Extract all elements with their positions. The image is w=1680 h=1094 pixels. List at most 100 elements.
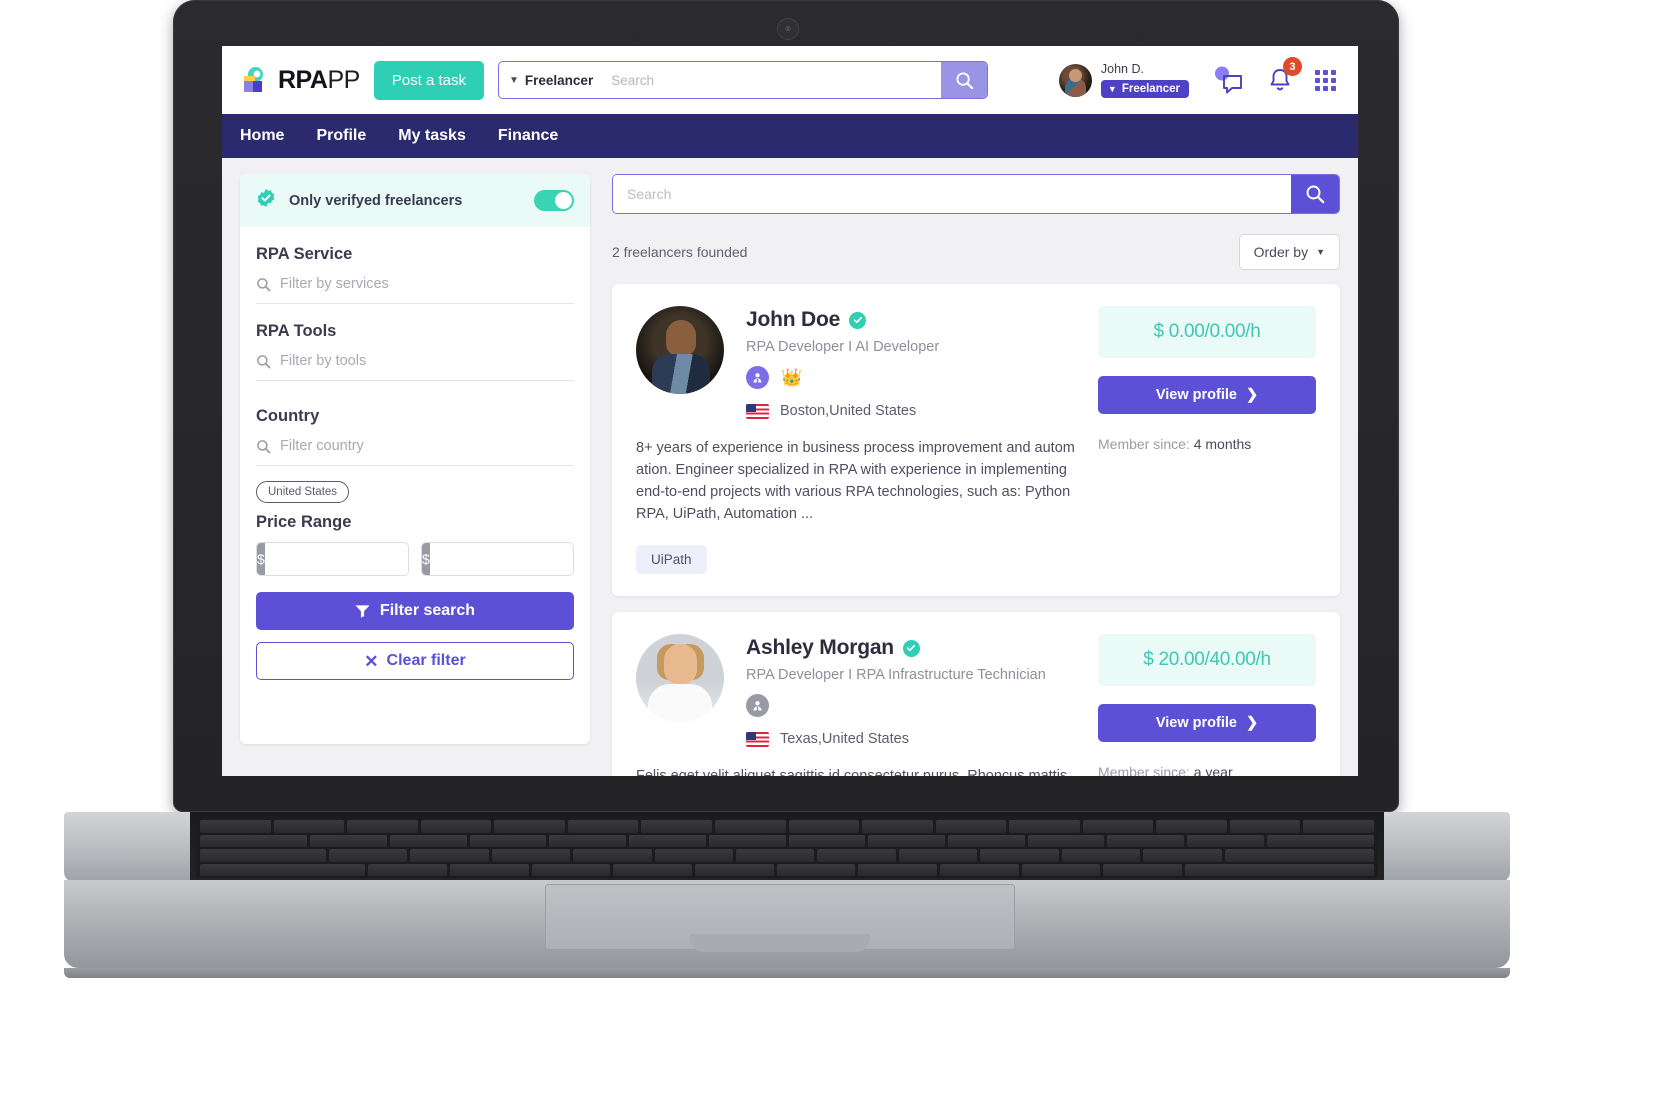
filter-search-label: Filter search	[379, 602, 476, 619]
header-search-input[interactable]	[605, 62, 941, 98]
key	[567, 820, 639, 833]
search-icon	[1306, 185, 1325, 204]
results-search-bar[interactable]	[612, 174, 1340, 214]
only-verified-row[interactable]: Only verifyed freelancers	[240, 174, 590, 227]
view-profile-button[interactable]: View profile ❯	[1098, 704, 1316, 743]
view-profile-button[interactable]: View profile ❯	[1098, 376, 1316, 414]
key	[273, 820, 345, 833]
brand-logo[interactable]: RPAPP	[240, 65, 360, 95]
header-search-bar[interactable]: ▼ Freelancer	[498, 61, 988, 99]
freelancer-card-main: John Doe RPA Developer I AI Developer 👑 …	[636, 306, 1076, 575]
grid-dot	[1331, 77, 1336, 83]
post-a-task-button[interactable]: Post a task	[373, 60, 484, 100]
freelancer-card[interactable]: Ashley Morgan RPA Developer I RPA Infras…	[612, 612, 1340, 776]
only-verified-toggle[interactable]	[534, 190, 574, 211]
country-field[interactable]	[256, 438, 574, 466]
freelancer-info: John Doe RPA Developer I AI Developer 👑 …	[746, 306, 1076, 419]
freelancer-card-actions: $ 20.00/40.00/h View profile ❯ Member si…	[1098, 634, 1316, 776]
results-search-input[interactable]	[613, 175, 1291, 213]
filter-search-button[interactable]: Filter search	[256, 592, 574, 630]
nav-item-finance[interactable]: Finance	[498, 127, 558, 145]
screen-viewport: RPAPP Post a task ▼ Freelancer Search Jo…	[222, 46, 1358, 776]
freelancer-location-row: Texas,United States	[746, 731, 1076, 747]
price-range-row: $ $	[256, 542, 574, 576]
rpa-tools-field[interactable]	[256, 353, 574, 381]
grid-dot	[1315, 77, 1320, 83]
key	[708, 834, 786, 847]
messages-button[interactable]	[1211, 65, 1245, 95]
main-navigation: Home Profile My tasks Finance	[222, 114, 1358, 158]
key	[390, 834, 467, 847]
freelancer-card-actions: $ 0.00/0.00/h View profile ❯ Member sinc…	[1098, 306, 1316, 574]
chevron-down-icon: ▼	[1316, 247, 1325, 257]
price-max-field[interactable]: $	[421, 542, 574, 576]
key	[368, 863, 447, 876]
order-by-dropdown[interactable]: Order by ▼	[1238, 234, 1340, 270]
avatar	[636, 634, 724, 723]
user-role-label: Freelancer	[1121, 83, 1180, 96]
key	[898, 849, 978, 862]
rpa-service-input[interactable]	[280, 276, 574, 292]
grid-dot	[1315, 69, 1320, 75]
clear-filter-button[interactable]: ✕ Clear filter	[256, 642, 574, 680]
rpa-tools-title: RPA Tools	[256, 322, 337, 340]
key	[549, 834, 627, 847]
webcam-icon: ⌾	[777, 18, 799, 40]
grid-dot	[1323, 69, 1328, 75]
freelancer-bio: 8+ years of experience in business proce…	[636, 440, 1075, 523]
header-actions: John D. ▼ Freelancer 3	[1058, 57, 1342, 99]
freelancer-card[interactable]: John Doe RPA Developer I AI Developer 👑 …	[612, 284, 1340, 597]
filters-sidebar: Only verifyed freelancers RPA Service Fi…	[240, 174, 590, 744]
user-name: John D.	[1100, 61, 1144, 76]
key	[695, 863, 774, 876]
nav-item-my-tasks[interactable]: My tasks	[398, 127, 466, 145]
keyboard-row	[200, 863, 1374, 876]
header-search-button[interactable]	[941, 62, 987, 98]
freelancer-name: John Doe	[746, 308, 841, 331]
rpa-tools-input[interactable]	[280, 353, 574, 369]
chevron-down-icon: ▼	[1107, 84, 1117, 95]
freelancer-badges: 👑	[746, 366, 1076, 389]
key	[1021, 863, 1101, 876]
rpa-service-field[interactable]	[256, 276, 574, 304]
nav-item-home[interactable]: Home	[240, 127, 284, 145]
country-chip-united-states[interactable]: United States	[256, 481, 350, 503]
key	[328, 849, 408, 862]
rpapp-logo-icon	[240, 65, 270, 95]
key	[420, 820, 492, 833]
grid-dot	[1323, 85, 1328, 91]
key	[1143, 849, 1222, 862]
freelancer-card-main: Ashley Morgan RPA Developer I RPA Infras…	[636, 634, 1076, 776]
freelancer-location: Boston,United States	[780, 403, 917, 419]
brand-name: RPAPP	[278, 65, 360, 94]
user-role-switcher[interactable]: ▼ Freelancer	[1100, 80, 1189, 99]
search-scope-dropdown[interactable]: ▼ Freelancer	[499, 62, 605, 98]
results-column: 2 freelancers founded Order by ▼ John	[612, 174, 1340, 776]
verified-badge-icon	[902, 639, 920, 657]
key	[200, 849, 326, 862]
price-min-field[interactable]: $	[256, 542, 409, 576]
key	[200, 863, 366, 876]
key	[200, 820, 271, 833]
price-min-input[interactable]	[264, 543, 408, 575]
grid-dot	[1315, 85, 1320, 91]
freelancer-badges	[746, 694, 1076, 718]
user-menu[interactable]: John D. ▼ Freelancer	[1058, 61, 1189, 99]
member-since-label: Member since:	[1098, 764, 1190, 776]
nav-item-profile[interactable]: Profile	[316, 127, 366, 145]
avatar	[1058, 63, 1092, 97]
price-max-input[interactable]	[429, 543, 573, 575]
freelancer-tags: UiPath	[636, 545, 1076, 575]
view-profile-label: View profile	[1155, 387, 1237, 403]
apps-grid-button[interactable]	[1315, 69, 1336, 91]
country-input[interactable]	[280, 438, 574, 454]
notifications-button[interactable]: 3	[1267, 57, 1302, 95]
key	[494, 820, 565, 833]
key	[491, 849, 571, 862]
verified-badge-icon	[256, 188, 276, 213]
results-search-button[interactable]	[1291, 175, 1339, 213]
key	[1107, 834, 1184, 847]
key	[531, 863, 611, 876]
search-icon	[955, 71, 973, 89]
tool-tag[interactable]: UiPath	[636, 545, 707, 575]
